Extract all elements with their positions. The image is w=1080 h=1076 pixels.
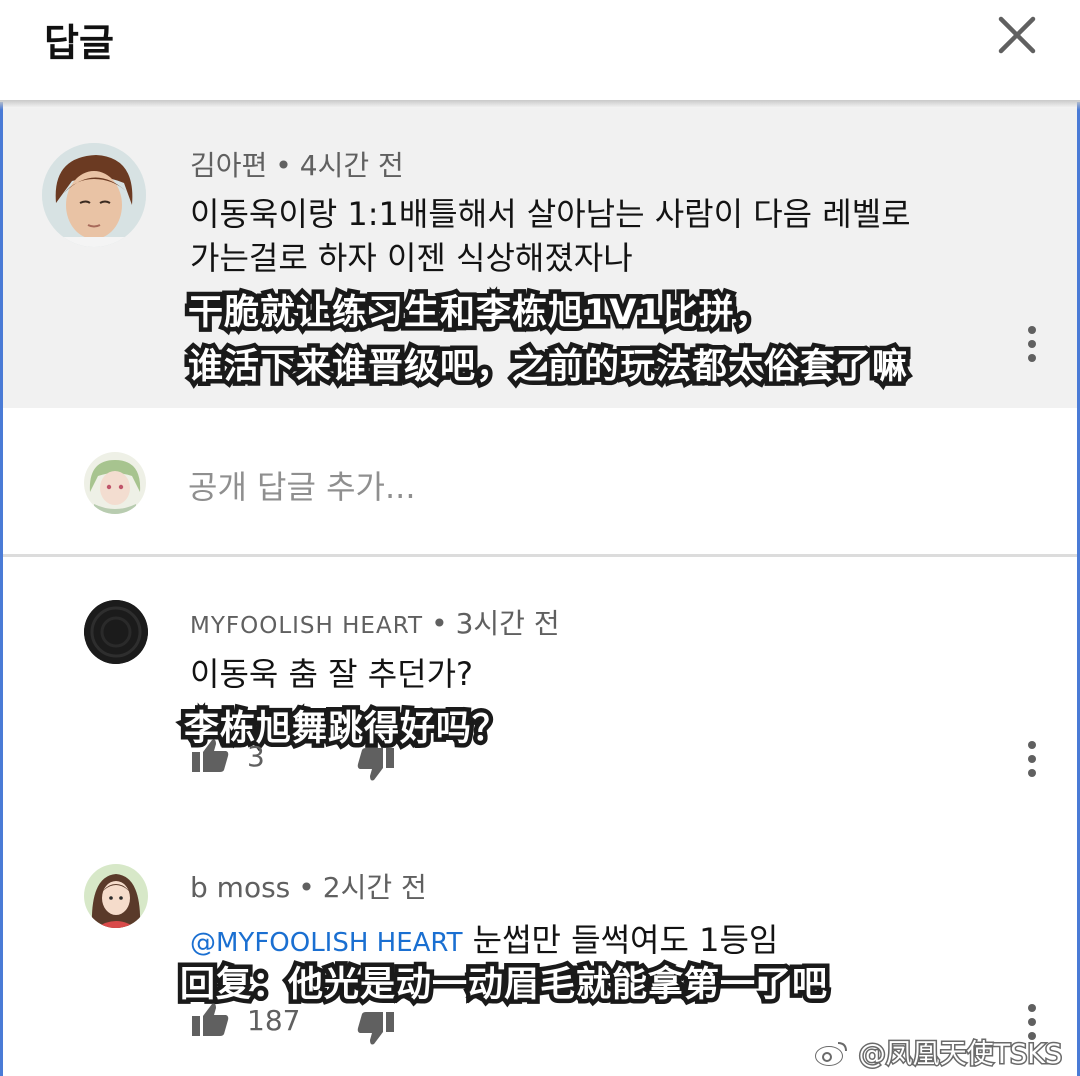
like-count: 187: [247, 1004, 301, 1037]
comment-time[interactable]: 4시간 전: [300, 149, 404, 182]
avatar[interactable]: [42, 143, 146, 247]
avatar[interactable]: [84, 864, 148, 928]
thumbs-up-icon: [192, 739, 229, 772]
comment-text: 가는걸로 하자 이젠 식상해졌자나: [190, 239, 633, 277]
dislike-button[interactable]: [356, 744, 396, 784]
meta-separator: •: [431, 607, 448, 640]
subtitle-overlay: 干脆就让练习生和李栋旭1V1比拼，: [184, 289, 775, 338]
more-options-button[interactable]: [1022, 326, 1042, 366]
comment-meta: MYFOOLISH HEART • 3시간 전: [190, 602, 560, 642]
avatar[interactable]: [84, 600, 148, 664]
mention-link[interactable]: @MYFOOLISH HEART: [190, 928, 463, 958]
weibo-icon: [815, 1042, 847, 1066]
comment-meta: b moss • 2시간 전: [190, 866, 427, 906]
close-icon: [998, 16, 1036, 54]
replies-header: 답글: [0, 0, 1080, 102]
close-button[interactable]: [992, 10, 1042, 60]
watermark: @凤凰天使TSKS: [814, 1032, 1064, 1072]
comment-text: 이동욱이랑 1:1배틀해서 살아남는 사람이 다음 레벨로: [190, 195, 911, 233]
avatar: [84, 452, 146, 514]
comment-text-body: 눈썹만 들썩여도 1등임: [472, 921, 779, 959]
meta-separator: •: [275, 149, 292, 182]
thumbs-down-icon: [357, 1012, 394, 1045]
like-button[interactable]: [190, 1000, 230, 1040]
more-vert-icon: [1022, 326, 1042, 362]
avatar-image: [84, 600, 148, 664]
more-options-button[interactable]: [1022, 741, 1042, 781]
watermark-text: @凤凰天使TSKS: [857, 1038, 1063, 1072]
subtitle-overlay: 回复：他光是动一动眉毛就能拿第一了吧: [175, 961, 831, 1010]
author-name[interactable]: b moss: [190, 871, 290, 904]
avatar-image: [84, 452, 146, 514]
subtitle-overlay: 李栋旭舞跳得好吗？: [179, 705, 511, 754]
avatar-image: [84, 864, 148, 928]
divider: [3, 554, 1077, 557]
comment-meta: 김아편 • 4시간 전: [190, 144, 404, 184]
reply-input-row: [3, 408, 1077, 554]
page-title: 답글: [44, 21, 114, 65]
author-name[interactable]: 김아편: [190, 149, 267, 182]
like-count: 3: [247, 740, 265, 773]
thumbs-down-icon: [357, 748, 394, 781]
comment-time[interactable]: 2시간 전: [323, 871, 427, 904]
thumbs-up-icon: [192, 1003, 229, 1036]
avatar-image: [42, 143, 146, 247]
more-vert-icon: [1022, 741, 1042, 777]
dislike-button[interactable]: [356, 1008, 396, 1048]
meta-separator: •: [298, 871, 315, 904]
comment-text: 이동욱 춤 잘 추던가?: [190, 655, 474, 693]
comment-time[interactable]: 3시간 전: [456, 607, 560, 640]
reply-input[interactable]: 공개 답글 추가...: [188, 462, 416, 508]
like-button[interactable]: [190, 736, 230, 776]
subtitle-overlay: 谁活下来谁晋级吧，之前的玩法都太俗套了嘛: [183, 343, 911, 392]
author-name[interactable]: MYFOOLISH HEART: [190, 613, 423, 639]
